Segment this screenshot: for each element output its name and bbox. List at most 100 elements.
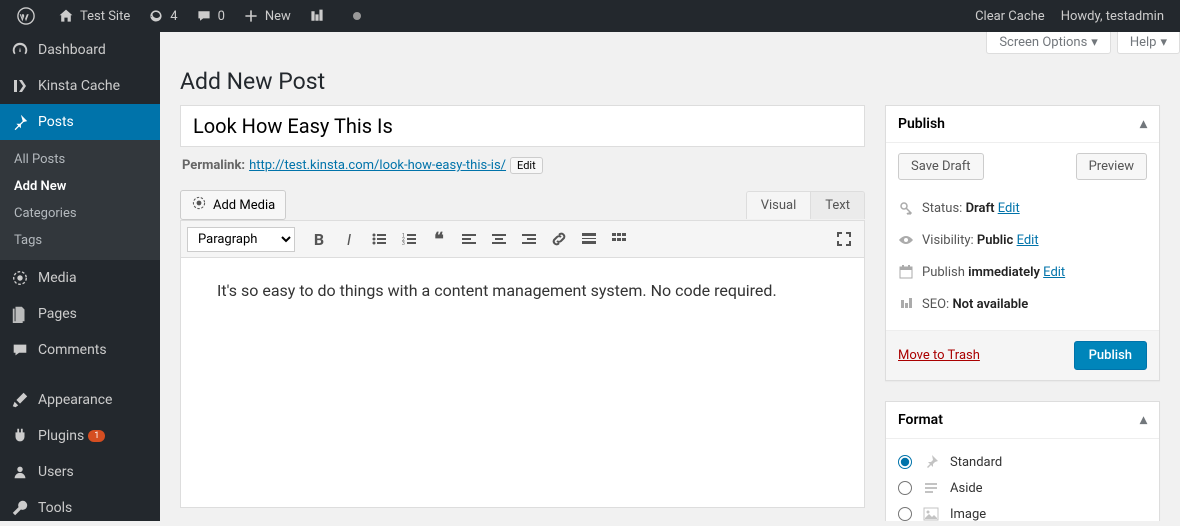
format-radio[interactable] [898,507,912,521]
link-button[interactable] [545,225,573,253]
sidebar-label: Appearance [38,392,112,408]
users-icon [10,462,30,482]
posts-submenu: All Posts Add New Categories Tags [0,140,160,260]
tab-visual[interactable]: Visual [747,192,812,219]
fullscreen-button[interactable] [830,225,858,253]
sidebar-item-kinsta[interactable]: Kinsta Cache [0,68,160,104]
tools-icon [10,498,30,518]
pages-icon [10,304,30,324]
collapse-icon: ▴ [1140,116,1147,132]
brush-icon [10,390,30,410]
plugin-update-badge: 1 [88,430,105,442]
my-account-menu[interactable]: Howdy, testadmin [1053,0,1172,32]
format-radio[interactable] [898,455,912,469]
kinsta-icon [10,76,30,96]
edit-permalink-button[interactable]: Edit [510,157,543,174]
align-center-button[interactable] [485,225,513,253]
numbered-list-button[interactable]: 123 [395,225,423,253]
sidebar-item-plugins[interactable]: Plugins1 [0,418,160,454]
plugin-icon [10,426,30,446]
site-name-label: Test Site [80,9,130,24]
screen-options-tab[interactable]: Screen Options▾ [986,32,1111,54]
comment-icon [194,6,214,26]
new-label: New [265,9,291,24]
permalink-url[interactable]: http://test.kinsta.com/look-how-easy-thi… [249,158,506,173]
seo-status-icon [898,296,914,312]
aside-icon [922,479,940,497]
move-to-trash-link[interactable]: Move to Trash [898,348,980,363]
format-option-standard[interactable]: Standard [898,449,1147,475]
tab-text[interactable]: Text [811,192,864,219]
caret-down-icon: ▾ [1091,35,1098,50]
bullet-list-button[interactable] [365,225,393,253]
sidebar-item-media[interactable]: Media [0,260,160,296]
howdy-label: Howdy, testadmin [1061,9,1164,24]
sidebar-label: Tools [38,500,72,516]
sidebar-label: Dashboard [38,42,106,58]
postbox-container: Publish ▴ Save Draft Preview Status: Dra… [885,105,1160,521]
publish-button[interactable]: Publish [1074,341,1147,370]
publish-box-header[interactable]: Publish ▴ [886,106,1159,143]
comments-menu[interactable]: 0 [186,0,233,32]
site-name-menu[interactable]: Test Site [48,0,138,32]
caret-down-icon: ▾ [1160,35,1167,50]
sidebar-item-comments[interactable]: Comments [0,332,160,368]
new-content-menu[interactable]: New [233,0,299,32]
format-radio[interactable] [898,481,912,495]
post-body-content: Permalink: http://test.kinsta.com/look-h… [180,105,865,521]
clear-cache-link[interactable]: Clear Cache [967,0,1053,32]
sidebar-item-pages[interactable]: Pages [0,296,160,332]
bold-button[interactable]: B [305,225,333,253]
sub-item-add-new[interactable]: Add New [0,173,160,200]
publish-box-title: Publish [898,116,945,132]
seo-menu[interactable] [299,0,339,32]
help-label: Help [1130,35,1157,50]
edit-visibility-link[interactable]: Edit [1017,233,1039,248]
main-content: Screen Options▾ Help▾ Add New Post Perma… [160,32,1180,521]
format-label: Aside [950,481,983,496]
pin-icon [10,112,30,132]
format-option-aside[interactable]: Aside [898,475,1147,501]
toolbar-toggle-button[interactable] [605,225,633,253]
wp-logo-menu[interactable] [8,0,48,32]
align-right-button[interactable] [515,225,543,253]
format-box-header[interactable]: Format ▴ [886,402,1159,439]
sidebar-item-posts[interactable]: Posts [0,104,160,140]
preview-button[interactable]: Preview [1076,153,1147,180]
sidebar-label: Pages [38,306,77,322]
permalink-row: Permalink: http://test.kinsta.com/look-h… [180,147,865,184]
plus-icon [241,6,261,26]
blockquote-button[interactable]: ❝ [425,225,453,253]
save-draft-button[interactable]: Save Draft [898,153,984,180]
add-media-label: Add Media [213,198,275,213]
publish-box: Publish ▴ Save Draft Preview Status: Dra… [885,105,1160,381]
schedule-row: Publish immediately Edit [898,256,1147,288]
circle-icon [347,6,367,26]
italic-button[interactable]: I [335,225,363,253]
help-tab[interactable]: Help▾ [1117,32,1180,54]
seo-icon [307,6,327,26]
sidebar-item-users[interactable]: Users [0,454,160,490]
edit-status-link[interactable]: Edit [998,201,1020,216]
read-more-button[interactable] [575,225,603,253]
format-box: Format ▴ Standard Aside [885,401,1160,521]
format-select[interactable]: Paragraph [187,227,295,252]
format-box-title: Format [898,412,943,428]
sub-item-tags[interactable]: Tags [0,227,160,254]
sidebar-label: Media [38,270,77,286]
status-dot[interactable] [339,0,379,32]
comments-icon [10,340,30,360]
sub-item-categories[interactable]: Categories [0,200,160,227]
seo-row: SEO: Not available [898,288,1147,320]
sub-item-all-posts[interactable]: All Posts [0,146,160,173]
sidebar-item-dashboard[interactable]: Dashboard [0,32,160,68]
add-media-button[interactable]: Add Media [180,190,286,220]
align-left-button[interactable] [455,225,483,253]
format-option-image[interactable]: Image [898,501,1147,521]
updates-menu[interactable]: 4 [138,0,185,32]
post-title-input[interactable] [180,105,865,147]
home-icon [56,6,76,26]
editor-content[interactable]: It's so easy to do things with a content… [180,258,865,508]
sidebar-item-appearance[interactable]: Appearance [0,382,160,418]
edit-schedule-link[interactable]: Edit [1043,265,1065,280]
